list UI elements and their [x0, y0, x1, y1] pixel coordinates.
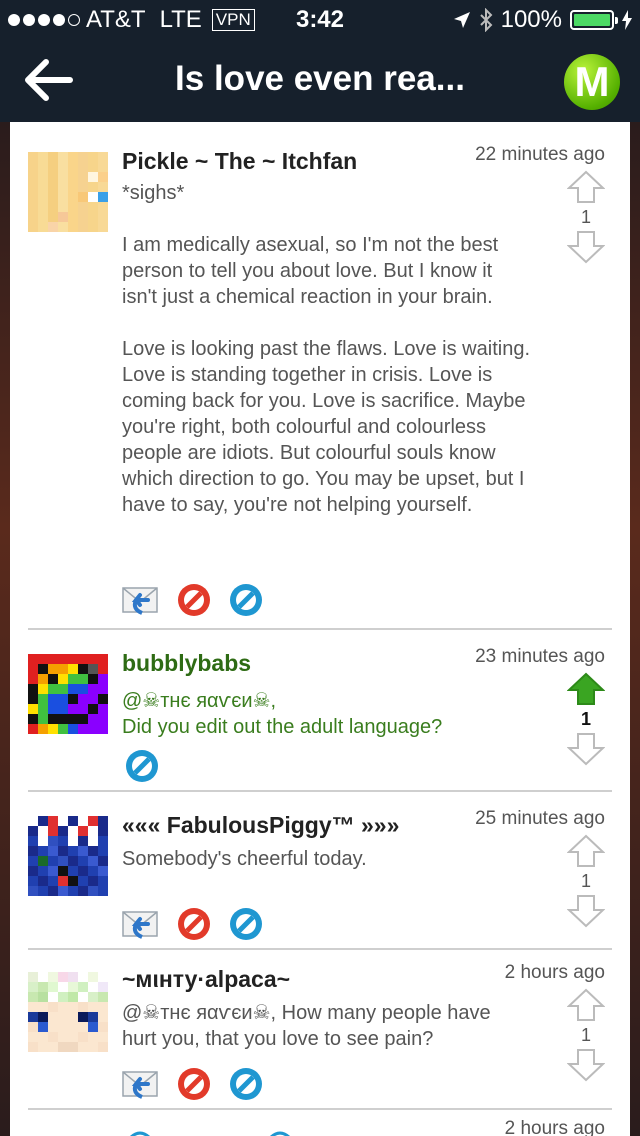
comment-timestamp: 22 minutes ago — [475, 144, 605, 165]
charging-bolt-icon — [622, 10, 632, 30]
page-title: Is love even rea... — [175, 59, 465, 98]
comment-actions — [122, 906, 264, 942]
upvote-arrow-icon[interactable] — [567, 672, 605, 706]
bluetooth-icon — [479, 8, 493, 32]
comment-username[interactable]: bubblybabs — [122, 650, 251, 677]
downvote-arrow-icon[interactable] — [567, 894, 605, 928]
upvote-arrow-icon[interactable] — [567, 834, 605, 868]
reply-mail-icon[interactable] — [122, 583, 160, 617]
divider — [28, 628, 612, 630]
upvote-arrow-icon[interactable] — [567, 988, 605, 1022]
comment-timestamp: 2 hours ago — [504, 1118, 605, 1136]
comment-list[interactable]: Pickle ~ The ~ Itchfan 22 minutes ago *s… — [10, 122, 630, 1136]
vote-count: 1 — [580, 1025, 591, 1045]
comment-timestamp: 23 minutes ago — [475, 646, 605, 667]
battery-icon — [570, 10, 618, 30]
comment-actions — [122, 1066, 264, 1102]
reply-mail-icon[interactable] — [122, 1067, 160, 1101]
upvote-arrow-icon[interactable] — [567, 170, 605, 204]
avatar[interactable] — [28, 816, 108, 896]
avatar[interactable] — [28, 972, 108, 1052]
vote-count: 1 — [580, 207, 591, 227]
avatar[interactable] — [28, 654, 108, 734]
back-arrow-icon[interactable] — [22, 58, 74, 102]
divider — [28, 948, 612, 950]
comment-username[interactable]: ««« FabulousPiggy™ »»» — [122, 812, 399, 839]
block-icon[interactable] — [176, 1066, 212, 1102]
block-icon[interactable] — [176, 906, 212, 942]
right-background-edge — [630, 122, 640, 1136]
downvote-arrow-icon[interactable] — [567, 732, 605, 766]
status-bar: AT&T LTE VPN 3:42 100% — [0, 0, 640, 40]
comment-body: @☠тнє яαѵєи☠, Did you edit out the adult… — [122, 690, 443, 738]
vote-control: 1 — [558, 672, 614, 766]
location-arrow-icon — [453, 12, 470, 28]
comment-timestamp: 25 minutes ago — [475, 808, 605, 829]
vote-count: 1 — [580, 709, 591, 729]
comment-username[interactable]: Pickle ~ The ~ Itchfan — [122, 148, 357, 175]
reply-mail-icon[interactable] — [122, 907, 160, 941]
hide-icon[interactable] — [124, 748, 160, 784]
battery-percent: 100% — [500, 6, 562, 33]
comment-body: Somebody's cheerful today. — [122, 848, 367, 870]
hide-icon[interactable] — [228, 582, 264, 618]
comment-username[interactable]: ~мιнту·alpaca~ — [122, 966, 290, 993]
comment-body: *sighs* I am medically asexual, so I'm n… — [122, 182, 530, 516]
comment-actions — [124, 748, 160, 784]
nav-bar: Is love even rea... M — [0, 40, 640, 122]
downvote-arrow-icon[interactable] — [567, 230, 605, 264]
divider — [28, 1108, 612, 1110]
vote-control: 1 — [558, 988, 614, 1082]
hide-icon[interactable] — [228, 906, 264, 942]
hide-icon[interactable] — [228, 1066, 264, 1102]
vote-count: 1 — [580, 871, 591, 891]
downvote-arrow-icon[interactable] — [567, 1048, 605, 1082]
avatar[interactable] — [28, 152, 108, 232]
comment-timestamp: 2 hours ago — [504, 962, 605, 983]
m-logo-icon[interactable]: M — [564, 54, 620, 110]
partial-icon — [130, 1131, 150, 1136]
vote-control: 1 — [558, 170, 614, 264]
partial-icon — [270, 1131, 290, 1136]
left-background-edge — [0, 122, 10, 1136]
vote-control: 1 — [558, 834, 614, 928]
comment-body: @☠тнє яαѵєи☠, How many people have hurt … — [122, 1002, 497, 1050]
comment-actions — [122, 582, 264, 618]
divider — [28, 790, 612, 792]
block-icon[interactable] — [176, 582, 212, 618]
